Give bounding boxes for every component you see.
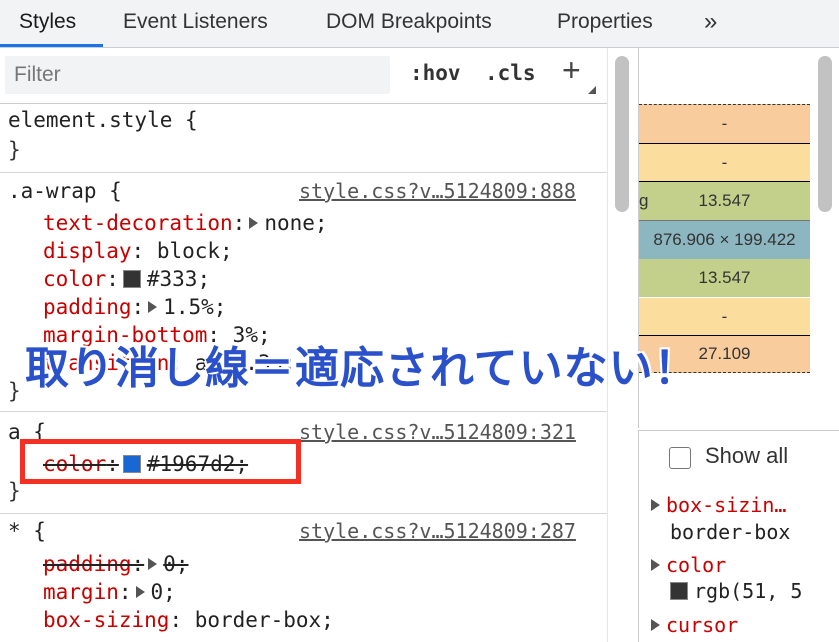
overridden-declaration[interactable]: padding: 0;	[43, 551, 188, 577]
rule-selector[interactable]: * {	[8, 518, 46, 544]
property-value[interactable]: 1.5%;	[163, 295, 226, 319]
scrollbar-thumb[interactable]	[615, 56, 629, 212]
computed-value: border-box	[670, 520, 791, 544]
property-value[interactable]: 0;	[163, 552, 188, 576]
box-padding[interactable]: g 13.547	[639, 181, 810, 220]
declaration[interactable]: display: block;	[43, 238, 233, 264]
property-name[interactable]: display	[43, 239, 132, 263]
expand-triangle-icon[interactable]	[651, 559, 660, 571]
expand-triangle-icon[interactable]	[148, 558, 158, 570]
computed-property[interactable]: color	[651, 553, 726, 577]
box-border-bottom[interactable]: -	[639, 298, 810, 336]
tab-bar: Styles Event Listeners DOM Breakpoints P…	[0, 0, 839, 48]
property-name[interactable]: padding	[43, 552, 132, 576]
tab-properties[interactable]: Properties	[557, 0, 653, 47]
property-name[interactable]: margin	[43, 580, 119, 604]
active-tab-indicator	[0, 44, 103, 47]
box-model-scrollbar[interactable]	[813, 48, 839, 428]
tab-dom-breakpoints[interactable]: DOM Breakpoints	[326, 0, 492, 47]
box-border[interactable]: -	[639, 143, 810, 181]
declaration[interactable]: color: #333;	[43, 266, 210, 292]
rule-close-brace: }	[8, 479, 21, 503]
rule-source-link[interactable]: style.css?v…5124809:321	[299, 420, 576, 444]
styles-toolbar: Filter :hov .cls +	[0, 48, 607, 104]
filter-input[interactable]: Filter	[5, 56, 390, 94]
expand-triangle-icon[interactable]	[148, 301, 158, 313]
tab-styles[interactable]: Styles	[19, 0, 76, 47]
computed-properties: box-sizin… border-box color rgb(51, 5 cu…	[638, 483, 839, 642]
rule-selector[interactable]: element.style {	[8, 107, 198, 133]
property-value[interactable]: #333;	[147, 267, 210, 291]
box-content[interactable]: 876.906 × 199.422	[639, 220, 810, 260]
property-value[interactable]: 0;	[151, 580, 176, 604]
property-name[interactable]: color	[43, 267, 106, 291]
hov-button[interactable]: :hov	[410, 61, 461, 85]
color-swatch[interactable]	[670, 582, 688, 600]
rule-close-brace: }	[8, 379, 21, 403]
property-name[interactable]: padding	[43, 295, 132, 319]
box-padding-top[interactable]: 13.547	[699, 191, 751, 210]
expand-triangle-icon[interactable]	[651, 499, 660, 511]
declaration[interactable]: box-sizing: border-box;	[43, 607, 334, 633]
computed-value: rgb(51, 5	[670, 579, 802, 603]
computed-property[interactable]: box-sizin…	[651, 493, 786, 517]
box-padding-bottom[interactable]: 13.547	[639, 259, 810, 297]
show-all-row: Show all	[638, 430, 839, 484]
declaration[interactable]: margin: 0;	[43, 579, 176, 605]
property-name[interactable]: text-decoration	[43, 211, 233, 235]
color-swatch[interactable]	[122, 270, 141, 288]
property-name[interactable]: box-sizing	[43, 608, 169, 632]
box-margin[interactable]: -	[639, 104, 810, 143]
new-style-rule-button[interactable]: +	[562, 52, 581, 89]
rule-universal: * { style.css?v…5124809:287 padding: 0; m…	[0, 514, 607, 642]
scrollbar-thumb[interactable]	[818, 56, 832, 212]
expand-triangle-icon[interactable]	[249, 217, 259, 229]
annotation-caption: 取り消し線＝適応されていない！	[25, 343, 699, 394]
tab-event-listeners[interactable]: Event Listeners	[123, 0, 268, 47]
property-value[interactable]: border-box;	[195, 608, 334, 632]
cls-button[interactable]: .cls	[485, 61, 536, 85]
rule-selector[interactable]: .a-wrap {	[8, 178, 122, 204]
declaration[interactable]: text-decoration: none;	[43, 210, 328, 236]
property-value[interactable]: block;	[157, 239, 233, 263]
rule-element-style: element.style { }	[0, 104, 607, 173]
rule-close-brace: }	[8, 138, 21, 162]
property-value[interactable]: none;	[264, 211, 327, 235]
declaration[interactable]: padding: 1.5%;	[43, 294, 226, 320]
rule-source-link[interactable]: style.css?v…5124809:287	[299, 519, 576, 543]
filter-placeholder: Filter	[14, 63, 61, 86]
computed-property[interactable]: cursor	[651, 613, 738, 637]
more-tabs-button[interactable]: »	[704, 0, 717, 47]
highlight-box	[20, 439, 301, 484]
expand-triangle-icon[interactable]	[651, 619, 660, 631]
show-all-label[interactable]: Show all	[705, 443, 788, 469]
dropdown-corner-icon[interactable]	[588, 86, 596, 94]
rule-source-link[interactable]: style.css?v…5124809:888	[299, 179, 576, 203]
expand-triangle-icon[interactable]	[135, 586, 145, 598]
box-padding-left[interactable]: g	[639, 182, 648, 220]
show-all-checkbox[interactable]	[669, 447, 691, 469]
